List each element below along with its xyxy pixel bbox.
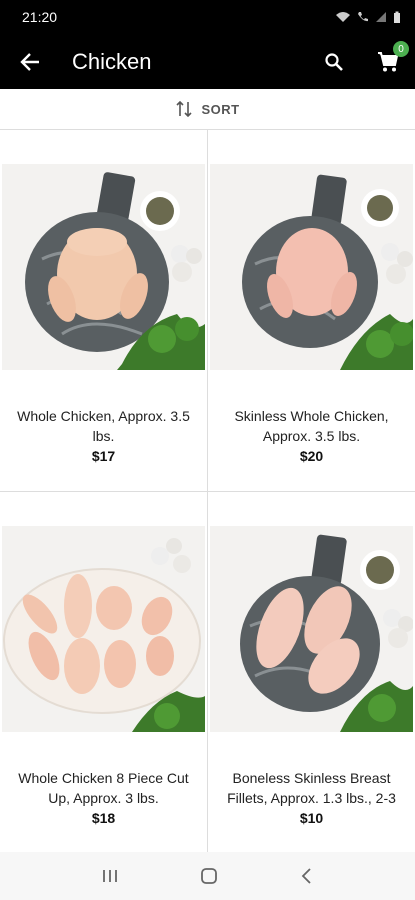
battery-icon <box>394 11 400 23</box>
call-icon <box>358 12 368 22</box>
product-card[interactable]: Whole Chicken 8 Piece Cut Up, Approx. 3 … <box>0 492 207 852</box>
sort-icon <box>176 100 193 118</box>
signal-icon <box>376 12 386 22</box>
product-price: $20 <box>299 448 324 464</box>
product-image <box>2 526 205 732</box>
search-icon <box>325 52 343 71</box>
search-button[interactable] <box>307 34 361 89</box>
product-name: Whole Chicken 8 Piece Cut Up, Approx. 3 … <box>18 770 189 806</box>
home-icon[interactable] <box>200 867 218 885</box>
wifi-icon <box>336 12 350 22</box>
sort-button[interactable]: SORT <box>0 89 415 130</box>
product-card[interactable]: Boneless Skinless Breast Fillets, Approx… <box>208 492 415 852</box>
cart-count-badge: 0 <box>393 41 409 57</box>
product-name: Skinless Whole Chicken, Approx. 3.5 lbs. <box>234 408 389 444</box>
recent-apps-icon[interactable] <box>101 868 119 884</box>
cart-button[interactable]: 0 <box>361 34 415 89</box>
product-price: $10 <box>299 810 324 826</box>
status-bar: 21:20 <box>0 0 415 34</box>
status-icons <box>335 11 401 24</box>
product-image <box>210 164 413 370</box>
system-nav-bar <box>0 852 415 900</box>
arrow-left-icon <box>20 52 39 71</box>
product-image <box>2 164 205 370</box>
sort-label: SORT <box>201 101 240 117</box>
product-card[interactable]: Skinless Whole Chicken, Approx. 3.5 lbs.… <box>208 130 415 491</box>
app-bar: Chicken 0 <box>0 34 415 89</box>
product-image <box>210 526 413 732</box>
product-card[interactable]: Whole Chicken, Approx. 3.5 lbs. $17 <box>0 130 207 491</box>
page-title: Chicken <box>72 48 152 74</box>
product-price: $18 <box>91 810 116 826</box>
product-grid: Whole Chicken, Approx. 3.5 lbs. $17 Skin… <box>0 130 415 852</box>
product-price: $17 <box>91 448 116 464</box>
product-name: Boneless Skinless Breast Fillets, Approx… <box>227 770 396 806</box>
product-name: Whole Chicken, Approx. 3.5 lbs. <box>17 408 190 444</box>
status-time: 21:20 <box>22 9 58 25</box>
back-button[interactable] <box>0 34 60 89</box>
back-nav-icon[interactable] <box>300 867 314 885</box>
